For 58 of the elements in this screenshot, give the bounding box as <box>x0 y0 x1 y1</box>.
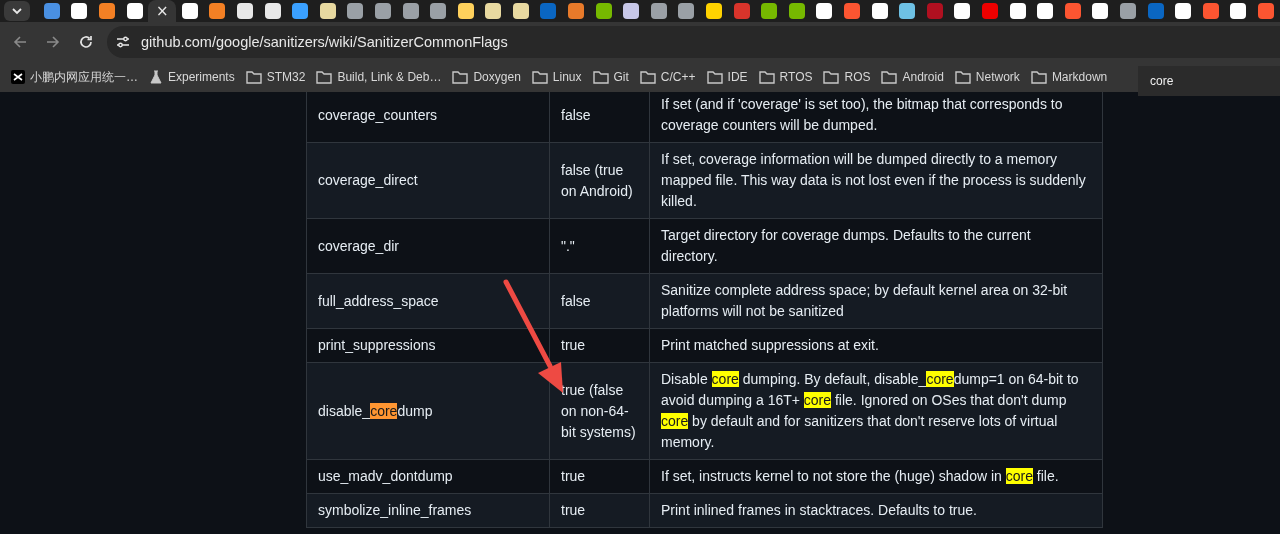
bookmark-item[interactable]: STM32 <box>245 70 306 84</box>
chevron-down-icon <box>11 5 23 17</box>
bookmark-item[interactable]: Linux <box>531 70 582 84</box>
bookmark-item[interactable]: Network <box>954 70 1020 84</box>
url-text: github.com/google/sanitizers/wiki/SanitizerCommonFlags <box>141 34 508 50</box>
folder-icon <box>531 70 548 84</box>
table-cell: If set, coverage information will be dumped directly to a memory mapped file. This way data is not lost even if the process is suddenly killed. <box>649 142 1103 219</box>
table-cell: true <box>549 459 650 494</box>
browser-tab[interactable]: × <box>148 0 176 22</box>
table-cell: symbolize_inline_frames <box>306 493 550 528</box>
table-cell: Target directory for coverage dumps. Defaults to the current directory. <box>649 218 1103 274</box>
bookmark-item[interactable]: Build, Link & Deb… <box>316 70 442 84</box>
table-cell: true <box>549 493 650 528</box>
bookmark-item[interactable]: IDE <box>706 70 748 84</box>
bookmark-item[interactable]: C/C++ <box>639 70 696 84</box>
table-cell: If set, instructs kernel to not store the (huge) shadow in core file. <box>649 459 1103 494</box>
folder-icon <box>452 70 469 84</box>
table-cell: Print inlined frames in stacktraces. Defaults to true. <box>649 493 1103 528</box>
table-cell: coverage_counters <box>306 92 550 143</box>
bookmark-item[interactable]: Experiments <box>149 70 235 84</box>
table-cell: false (true on Android) <box>549 142 650 219</box>
folder-icon <box>592 70 609 84</box>
table-cell: full_address_space <box>306 273 550 329</box>
folder-icon <box>758 70 775 84</box>
close-icon[interactable]: × <box>155 3 169 19</box>
bookmark-item[interactable]: Android <box>881 70 944 84</box>
bookmark-item[interactable]: RTOS <box>758 70 813 84</box>
folder-icon <box>706 70 723 84</box>
table-cell: Print matched suppressions at exit. <box>649 328 1103 363</box>
tab-search-button[interactable] <box>4 1 30 21</box>
folder-icon <box>954 70 971 84</box>
table-cell: false <box>549 273 650 329</box>
bookmark-item[interactable]: 小鹏内网应用统一… <box>11 68 138 86</box>
table-cell: coverage_direct <box>306 142 550 219</box>
table-cell: true <box>549 328 650 363</box>
bookmark-item[interactable]: Doxygen <box>452 70 521 84</box>
flask-icon <box>149 70 163 84</box>
bookmark-item[interactable]: Git <box>592 70 629 84</box>
folder-icon <box>245 70 262 84</box>
table-cell: print_suppressions <box>306 328 550 363</box>
bookmark-item[interactable]: Markdown <box>1030 70 1108 84</box>
folder-icon <box>639 70 656 84</box>
find-field[interactable]: core <box>1150 74 1210 88</box>
table-cell: If set (and if 'coverage' is set too), the bitmap that corresponds to coverage counters will be dumped. <box>649 92 1103 143</box>
address-bar[interactable]: github.com/google/sanitizers/wiki/SanitizerCommonFlags <box>107 26 1280 58</box>
folder-icon <box>1030 70 1047 84</box>
site-settings-icon[interactable] <box>115 34 131 50</box>
table-cell: use_madv_dontdump <box>306 459 550 494</box>
table-cell: false <box>549 92 650 143</box>
app-icon <box>11 70 25 84</box>
folder-icon <box>823 70 840 84</box>
table-cell: "." <box>549 218 650 274</box>
folder-icon <box>881 70 898 84</box>
table-cell: coverage_dir <box>306 218 550 274</box>
folder-icon <box>316 70 333 84</box>
reload-icon[interactable] <box>78 34 94 50</box>
bookmark-item[interactable]: ROS <box>823 70 871 84</box>
table-cell: Sanitize complete address space; by default kernel area on 32-bit platforms will not be sanitized <box>649 273 1103 329</box>
